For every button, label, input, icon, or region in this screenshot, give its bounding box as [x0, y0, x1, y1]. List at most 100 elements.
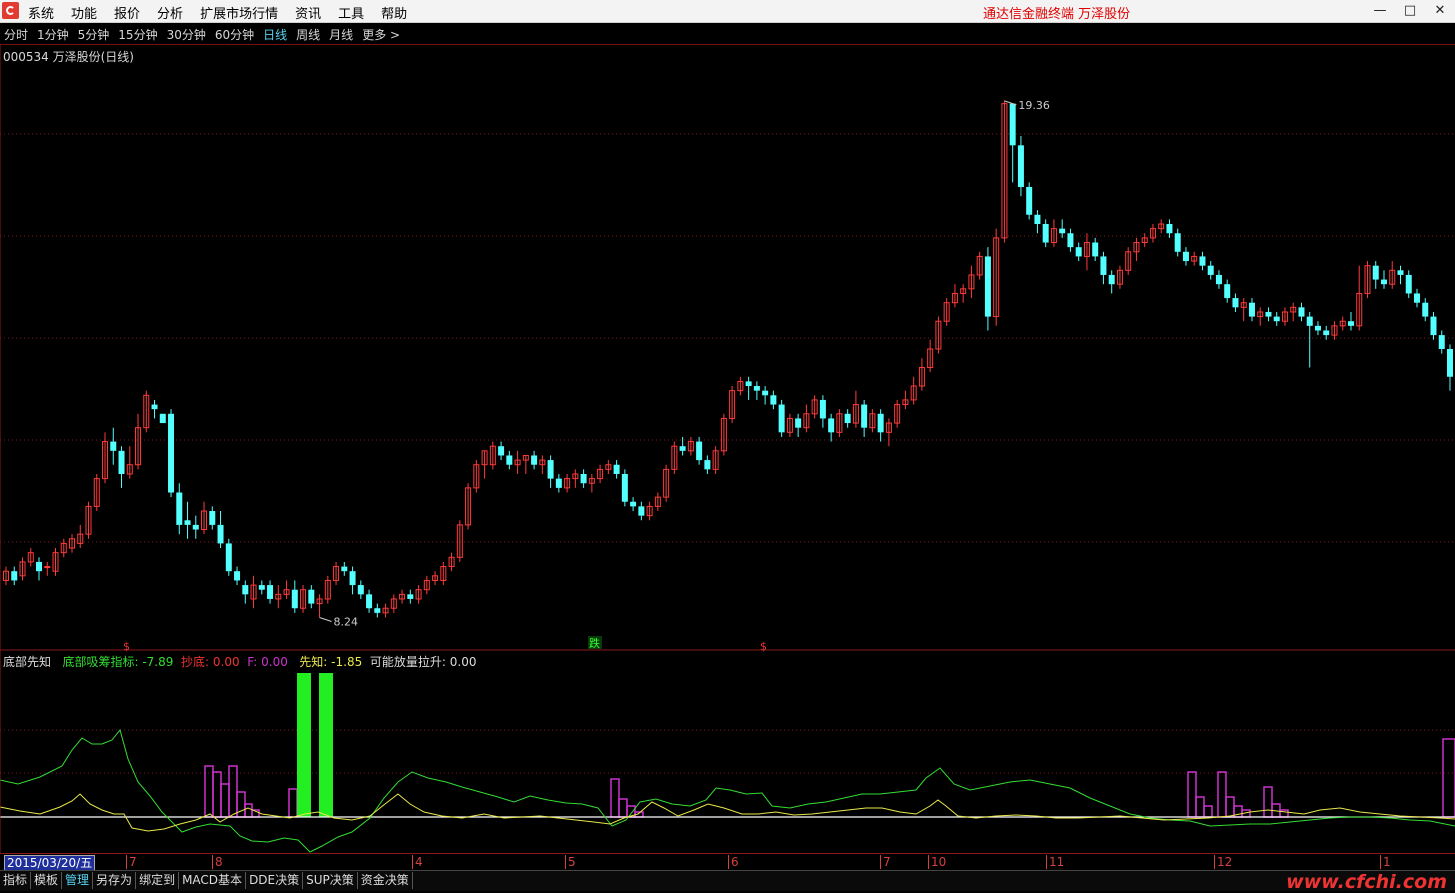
high-label: 19.36 — [1018, 99, 1050, 112]
menu-item[interactable]: 系统 — [28, 3, 54, 22]
candle-body-down — [184, 520, 191, 525]
period-tab[interactable]: 30分钟 — [167, 26, 206, 43]
menu-item[interactable]: 分析 — [157, 3, 183, 22]
magenta-bar — [244, 803, 253, 818]
candle-body-down — [547, 460, 554, 479]
date-axis: 2015/03/20/五 7 8 4 5 6 7 10 11 12 1 — [0, 853, 1455, 871]
kline-chart[interactable]: 19.36 8.24 $ $ 跌 — [0, 44, 1455, 853]
period-tab[interactable]: 日线 — [263, 26, 287, 43]
magenta-bar — [1187, 771, 1197, 818]
candle-body-down — [1447, 349, 1453, 377]
date-tick: 10 — [927, 855, 947, 869]
legend-line4-label: 先知: — [299, 655, 328, 669]
candle-body-down — [341, 566, 348, 572]
candle-body-down — [819, 399, 826, 419]
candle-body-down — [1042, 224, 1049, 243]
minimize-icon[interactable]: — — [1365, 0, 1395, 22]
brand-title: 通达信金融终端 万泽股份 — [983, 7, 1131, 22]
low-pointer — [319, 617, 332, 622]
period-tab[interactable]: 分时 — [4, 26, 28, 43]
period-tab[interactable]: 1分钟 — [37, 26, 69, 43]
period-tab[interactable]: 15分钟 — [118, 26, 157, 43]
candle-body-down — [1108, 274, 1115, 285]
magenta-bar — [228, 765, 238, 818]
legend-line1-label: 底部吸筹指标: — [62, 655, 139, 669]
candle-body-down — [1422, 302, 1429, 317]
period-tab[interactable]: 更多 > — [362, 26, 400, 43]
legend-line3-label: F: — [247, 655, 258, 669]
indicator-tab[interactable]: 资金决策 — [358, 872, 413, 889]
current-date: 2015/03/20/五 — [4, 855, 96, 871]
signal-dollar: $ — [123, 640, 130, 653]
candle-body-down — [1405, 274, 1412, 294]
indicator-tab[interactable]: 指标 — [0, 872, 32, 889]
signal-dollar: $ — [760, 640, 767, 653]
candle-body-down — [349, 571, 356, 586]
indicator-legend: 底部先知 底部吸筹指标: -7.89 抄底: 0.00 F: 0.00 先知: … — [3, 653, 476, 670]
indicator-tab[interactable]: SUP决策 — [303, 872, 358, 889]
candle-body-down — [168, 413, 175, 493]
candle-body-down — [1438, 335, 1445, 349]
candle-body-down — [506, 455, 513, 465]
candle-body-down — [1174, 233, 1181, 252]
candle-body-down — [151, 404, 158, 410]
magenta-bar — [288, 788, 298, 818]
candle-body-down — [1397, 270, 1404, 275]
magenta-bar — [236, 791, 246, 818]
green-line — [0, 728, 1455, 853]
menu-item[interactable]: 帮助 — [381, 3, 407, 22]
date-tick: 8 — [212, 855, 223, 869]
indicator-tab[interactable]: 绑定到 — [136, 872, 180, 889]
candle-body-down — [1009, 103, 1016, 146]
period-tab[interactable]: 月线 — [329, 26, 353, 43]
close-icon[interactable]: ✕ — [1425, 0, 1455, 22]
indicator-tab[interactable]: 模板 — [31, 872, 63, 889]
candle-body-down — [234, 571, 241, 581]
candle-body-down — [192, 524, 199, 530]
period-tab[interactable]: 60分钟 — [215, 26, 254, 43]
candle-body-down — [366, 594, 373, 609]
indicator-tab[interactable]: 管理 — [62, 872, 94, 889]
candle-body-down — [630, 501, 637, 507]
period-tab[interactable]: 5分钟 — [78, 26, 110, 43]
period-tab[interactable]: 周线 — [296, 26, 320, 43]
candle-body-down — [679, 446, 686, 451]
candle-body-down — [621, 473, 628, 502]
candle-body-down — [696, 441, 703, 461]
candle-body-down — [308, 589, 315, 604]
period-toolbar: 分时 1分钟 5分钟 15分钟 30分钟 60分钟 日线 周线 月线 更多 > — [0, 23, 1455, 45]
candle-body-down — [1273, 316, 1280, 322]
menu-item[interactable]: 扩展市场行情 — [200, 3, 278, 22]
date-tick: 4 — [412, 855, 423, 869]
candle-body-down — [11, 571, 18, 581]
candle-body-down — [217, 524, 224, 544]
candle-body-down — [407, 594, 414, 599]
candle-body-down — [1347, 321, 1354, 326]
candle-body-down — [555, 478, 562, 488]
menu-item[interactable]: 资讯 — [295, 3, 321, 22]
window-controls: — □ ✕ — [1365, 0, 1455, 22]
indicator-tab[interactable]: DDE决策 — [246, 872, 304, 889]
menu-item[interactable]: 工具 — [338, 3, 364, 22]
candle-body-down — [1248, 302, 1255, 317]
menu-item[interactable]: 功能 — [71, 3, 97, 22]
app-logo-icon[interactable] — [2, 2, 19, 19]
indicator-tab[interactable]: 另存为 — [93, 872, 137, 889]
candle-body-down — [861, 404, 868, 428]
candle-body-down — [1026, 186, 1033, 215]
menu-bar: 系统 功能 报价 分析 扩展市场行情 资讯 工具 帮助 通达信金融终端 万泽股份 — □ ✕ — [0, 0, 1455, 23]
candle-body-down — [36, 561, 43, 572]
magenta-bar — [1225, 796, 1235, 818]
maximize-icon[interactable]: □ — [1395, 0, 1425, 22]
legend-line1-value: -7.89 — [142, 655, 174, 669]
chart-title: 000534 万泽股份(日线) — [3, 50, 134, 64]
magenta-bar — [220, 783, 230, 818]
date-tick: 11 — [1045, 855, 1065, 869]
candle-body-down — [1092, 242, 1099, 257]
indicator-tab[interactable]: MACD基本 — [179, 872, 247, 889]
candle-body-down — [267, 585, 274, 599]
menu-item[interactable]: 报价 — [114, 3, 140, 22]
candle-body-down — [357, 585, 364, 595]
magenta-bar — [610, 778, 620, 818]
candle-body-down — [1323, 330, 1330, 336]
